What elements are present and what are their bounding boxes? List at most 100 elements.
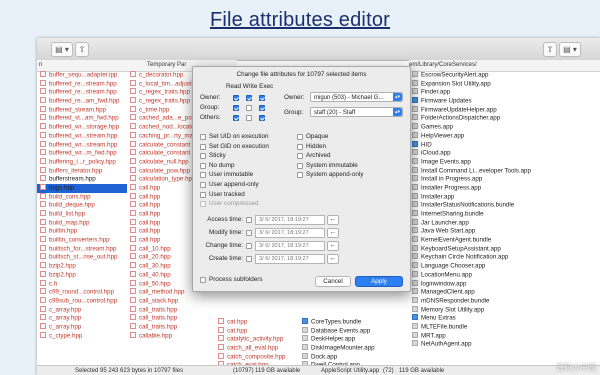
list-item[interactable]: catch_composite.hpp bbox=[215, 352, 297, 362]
list-item[interactable]: Keychain Circle Notification.app bbox=[409, 253, 600, 262]
list-item[interactable]: cat.hpp bbox=[215, 318, 297, 327]
file-list-lower-fourth[interactable]: CoreTypes.bundle Database Events.app DeskH… bbox=[299, 318, 411, 365]
list-item[interactable]: buffered_st...am_fwd.hpp bbox=[37, 114, 127, 123]
flag-checkbox[interactable] bbox=[200, 172, 206, 179]
time-field[interactable]: 3/ 6/ 2017, 18:19:27 bbox=[255, 228, 325, 238]
list-item[interactable]: bufferstream.hpp bbox=[37, 175, 127, 184]
list-item[interactable]: Installer Progress.app bbox=[409, 183, 600, 193]
time-enable-checkbox[interactable] bbox=[246, 256, 252, 262]
perm-x-checkbox[interactable] bbox=[259, 115, 265, 121]
perm-w-checkbox[interactable] bbox=[246, 105, 252, 111]
perm-w-checkbox[interactable] bbox=[246, 95, 252, 101]
flag-checkbox[interactable] bbox=[200, 182, 206, 188]
flag-checkbox[interactable] bbox=[200, 191, 206, 198]
list-item[interactable]: call_traits.hpp bbox=[127, 305, 219, 315]
time-field[interactable]: 3/ 6/ 2017, 18:19:27 bbox=[255, 241, 325, 251]
list-item[interactable]: HelpViewer.app bbox=[409, 131, 600, 141]
perm-r-checkbox[interactable] bbox=[233, 105, 239, 111]
perm-r-checkbox[interactable] bbox=[233, 95, 239, 101]
list-item[interactable]: Java Web Start.app bbox=[409, 227, 600, 236]
share-button[interactable]: ⇧ bbox=[75, 42, 89, 57]
list-item[interactable]: buffered_re...am_fwd.hpp bbox=[37, 97, 127, 106]
list-item[interactable]: bzip2.hpp bbox=[37, 262, 127, 271]
time-enable-checkbox[interactable] bbox=[246, 217, 252, 223]
flag-checkbox[interactable] bbox=[297, 143, 303, 150]
list-item[interactable]: builtin_converters.hpp bbox=[37, 236, 127, 245]
list-item[interactable]: InternetSharing.bundle bbox=[409, 210, 600, 219]
list-item[interactable]: cat.hpp bbox=[215, 326, 297, 336]
file-list-right[interactable]: EscrowSecurityAlert.app Expansion Slot Ut… bbox=[409, 71, 600, 365]
list-item[interactable]: builtin.hpp bbox=[37, 227, 127, 236]
list-item[interactable]: buffered_re...stream.hpp bbox=[37, 88, 127, 97]
list-item[interactable]: FolderActionsDispatcher.app bbox=[409, 114, 600, 123]
list-item[interactable]: Jar Launcher.app bbox=[409, 218, 600, 228]
list-item[interactable]: MRT.app bbox=[409, 331, 600, 341]
arrow-left-icon[interactable]: ← bbox=[327, 254, 339, 264]
list-item[interactable]: DiskImageMounter.app bbox=[299, 344, 411, 353]
view-mode-button-right[interactable]: ▤ ▾ bbox=[559, 42, 581, 57]
list-item[interactable]: mDNSResponder.bundle bbox=[409, 296, 600, 306]
list-item[interactable]: NetAuthAgent.app bbox=[409, 340, 600, 349]
arrow-left-icon[interactable]: ← bbox=[327, 215, 339, 225]
list-item[interactable]: call_stack.hpp bbox=[127, 296, 219, 306]
list-item[interactable]: builtsch_st...nse_out.hpp bbox=[37, 253, 127, 262]
apply-button[interactable]: Apply bbox=[355, 276, 403, 287]
list-item[interactable]: Image Events.app bbox=[409, 157, 600, 167]
list-item[interactable]: Language Chooser.app bbox=[409, 262, 600, 271]
list-item[interactable]: Database Events.app bbox=[299, 326, 411, 336]
file-list-lower-mid[interactable]: cat.hpp cat.hpp catalytic_activity.hpp catc… bbox=[215, 318, 297, 365]
list-item[interactable]: c99_round...control.hpp bbox=[37, 288, 127, 297]
list-item[interactable]: loginwindow.app bbox=[409, 279, 600, 289]
group-select[interactable]: staff (20) - Staff ▴▾ bbox=[310, 107, 403, 117]
list-item[interactable]: iCloud.app bbox=[409, 149, 600, 158]
arrow-left-icon[interactable]: ← bbox=[327, 228, 339, 238]
list-item[interactable]: InstallerStatusNotifications.bundle bbox=[409, 201, 600, 210]
list-item[interactable]: HID bbox=[409, 140, 600, 150]
list-item[interactable]: ManagedClient.app bbox=[409, 288, 600, 297]
list-item[interactable]: buffered_stream.hpp bbox=[37, 105, 127, 115]
list-item[interactable]: call_traits.hpp bbox=[127, 314, 219, 323]
perm-x-checkbox[interactable] bbox=[259, 95, 265, 101]
file-list-left[interactable]: buffer_sequ...adapter.ipp buffered_re...s… bbox=[37, 71, 127, 365]
process-subfolders-checkbox[interactable] bbox=[200, 277, 206, 283]
arrow-left-icon[interactable]: ← bbox=[327, 241, 339, 251]
list-item[interactable]: CoreTypes.bundle bbox=[299, 318, 411, 327]
time-field[interactable]: 3/ 6/ 2017, 18:19:27 bbox=[255, 215, 325, 225]
list-item[interactable]: c_ctype.hpp bbox=[37, 331, 127, 341]
list-item[interactable]: catalytic_activity.hpp bbox=[215, 335, 297, 344]
list-item[interactable]: build_cons.hpp bbox=[37, 192, 127, 202]
list-item[interactable]: buffering_i...r_policy.hpp bbox=[37, 157, 127, 167]
list-item[interactable]: DeskHelper.app bbox=[299, 335, 411, 344]
list-item[interactable]: Firmware Updates bbox=[409, 97, 600, 106]
list-item[interactable]: buffered_re...stream.hpp bbox=[37, 79, 127, 89]
list-item[interactable]: buffered_wr...stream.hpp bbox=[37, 131, 127, 141]
list-item[interactable]: build_map.hpp bbox=[37, 218, 127, 228]
list-item[interactable]: EscrowSecurityAlert.app bbox=[409, 71, 600, 80]
list-item[interactable]: Finder.app bbox=[409, 88, 600, 97]
list-item[interactable]: buffered_wr...m_fwd.hpp bbox=[37, 149, 127, 158]
list-item[interactable]: c_array.hpp bbox=[37, 322, 127, 332]
list-item[interactable]: c99sub_rou...control.hpp bbox=[37, 296, 127, 306]
list-item[interactable]: buffered_wr...stream.hpp bbox=[37, 140, 127, 150]
flag-checkbox[interactable] bbox=[297, 153, 303, 160]
list-item[interactable]: Games.app bbox=[409, 123, 600, 132]
list-item[interactable]: build_deque.hpp bbox=[37, 201, 127, 210]
list-item[interactable]: callable.hpp bbox=[127, 331, 219, 341]
list-item[interactable]: bugs.hpp bbox=[37, 183, 127, 193]
list-item[interactable]: Dock.app bbox=[299, 352, 411, 362]
list-item[interactable]: KeyboardSetupAssistant.app bbox=[409, 244, 600, 254]
perm-w-checkbox[interactable] bbox=[246, 115, 252, 121]
list-item[interactable]: call_traits.hpp bbox=[127, 322, 219, 332]
flag-checkbox[interactable] bbox=[200, 162, 206, 169]
list-item[interactable]: Memory Slot Utility.app bbox=[409, 305, 600, 315]
list-item[interactable]: buffer_sequ...adapter.ipp bbox=[37, 71, 127, 80]
flag-checkbox[interactable] bbox=[200, 134, 206, 140]
owner-select[interactable]: migun (503) - Michael G... ▴▾ bbox=[310, 92, 403, 102]
flag-checkbox[interactable] bbox=[200, 143, 206, 150]
list-item[interactable]: Installer.app bbox=[409, 192, 600, 202]
list-item[interactable]: FirmwareUpdateHelper.app bbox=[409, 105, 600, 115]
list-item[interactable]: builtsch_for...stream.hpp bbox=[37, 244, 127, 254]
list-item[interactable]: MLTEFile.bundle bbox=[409, 322, 600, 332]
view-mode-button[interactable]: ▤ ▾ bbox=[51, 42, 73, 57]
perm-r-checkbox[interactable] bbox=[233, 115, 239, 121]
